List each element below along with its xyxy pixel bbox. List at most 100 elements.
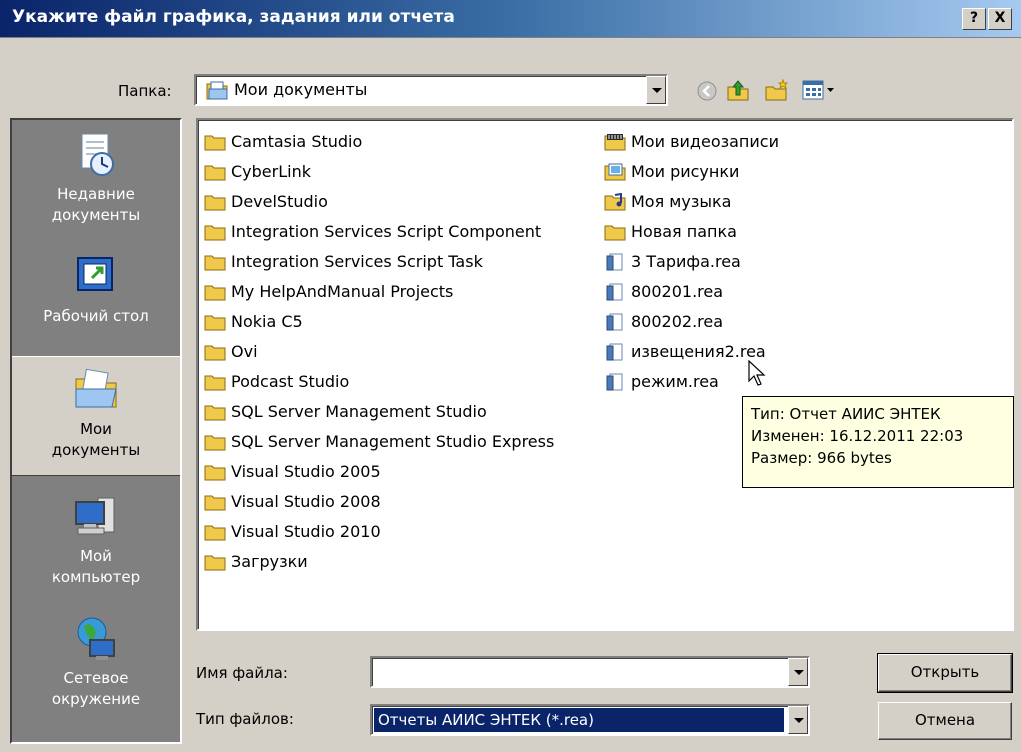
file-name: 800202.rea [631,312,724,331]
file-name: Новая папка [631,222,737,241]
folder-icon [204,555,226,571]
open-button[interactable]: Открыть [877,653,1013,693]
title-bar: Укажите файл графика, задания или отчета… [0,0,1021,38]
list-item[interactable]: Camtasia Studio [200,127,362,157]
list-item[interactable]: DevelStudio [200,187,328,217]
window-title: Укажите файл графика, задания или отчета [12,7,455,27]
filename-input[interactable] [370,656,810,688]
tooltip-type: Тип: Отчет АИИС ЭНТЕК [751,405,941,423]
file-name: Podcast Studio [231,372,350,391]
file-name: 3 Тарифа.rea [631,252,741,271]
file-name: Загрузки [231,552,308,571]
file-name: Ovi [231,342,258,361]
folder-icon [204,315,226,331]
list-item[interactable]: режим.rea [600,367,719,397]
list-item[interactable]: Nokia C5 [200,307,303,337]
folder-icon [204,255,226,271]
file-name: извещения2.rea [631,342,766,361]
folder-icon [204,285,226,301]
folder-icon [204,405,226,421]
network-icon [77,617,115,660]
list-item[interactable]: Новая папка [600,217,737,247]
folder-label: Папка: [118,82,172,100]
file-name: DevelStudio [231,192,328,211]
list-item[interactable]: Podcast Studio [200,367,349,397]
folder-icon [204,495,226,511]
list-item[interactable]: извещения2.rea [600,337,766,367]
place-label-line1: Рабочий стол [43,307,149,325]
place-network[interactable]: Сетевое окружение [12,614,180,710]
filetype-select[interactable]: Отчеты АИИС ЭНТЕК (*.rea) [370,704,810,736]
place-label-line1: Недавние [57,185,135,203]
new-folder-icon[interactable] [764,78,790,102]
list-item[interactable]: Загрузки [200,547,308,577]
list-item[interactable]: Visual Studio 2010 [200,517,381,547]
recent-documents-icon [81,133,114,176]
list-item[interactable]: 800201.rea [600,277,723,307]
place-my-computer[interactable]: Мой компьютер [12,492,180,588]
chevron-down-icon[interactable] [788,658,808,686]
rea-file-icon [606,253,623,271]
file-name: My HelpAndManual Projects [231,282,454,301]
file-name: CyberLink [231,162,311,181]
file-name: Integration Services Script Component [231,222,542,241]
help-button[interactable]: ? [962,8,986,30]
folder-icon [604,225,626,241]
list-item[interactable]: Integration Services Script Component [200,217,541,247]
file-name: Visual Studio 2005 [231,462,381,481]
list-item[interactable]: My HelpAndManual Projects [200,277,453,307]
my-computer-icon [75,497,115,535]
back-icon[interactable] [696,80,718,102]
up-folder-icon[interactable] [726,78,750,102]
place-label-line2: документы [51,441,141,459]
my-documents-small-icon [206,81,228,100]
place-my-documents[interactable]: Мои документы [12,356,180,476]
rea-file-icon [606,373,623,391]
place-label-line1: Мой [80,547,112,565]
rea-file-icon [606,343,623,361]
close-button[interactable]: X [988,8,1012,30]
folder-icon [204,195,226,211]
list-item[interactable]: 800202.rea [600,307,723,337]
place-label-line2: документы [51,206,141,224]
filetype-label: Тип файлов: [196,710,294,728]
file-name: Моя музыка [631,192,732,211]
folder-combobox[interactable]: Мои документы [194,74,668,106]
place-label-line2: окружение [51,690,141,708]
filename-label: Имя файла: [196,664,288,682]
list-item[interactable]: 3 Тарифа.rea [600,247,741,277]
file-name: SQL Server Management Studio [231,402,487,421]
tooltip-size: Размер: 966 bytes [751,449,892,467]
list-item[interactable]: SQL Server Management Studio Express [200,427,554,457]
file-name: Nokia C5 [231,312,303,331]
file-name: Visual Studio 2008 [231,492,381,511]
list-item[interactable]: SQL Server Management Studio [200,397,487,427]
list-item[interactable]: Моя музыка [600,187,731,217]
folder-icon [204,465,226,481]
file-name: режим.rea [631,372,719,391]
list-item[interactable]: Ovi [200,337,258,367]
folder-current: Мои документы [234,80,368,99]
video-folder-icon [604,134,626,151]
list-item[interactable]: CyberLink [200,157,311,187]
list-item[interactable]: Мои видеозаписи [600,127,779,157]
file-name: 800201.rea [631,282,724,301]
list-item[interactable]: Мои рисунки [600,157,739,187]
file-list[interactable]: Camtasia Studio CyberLink DevelStudio In… [196,118,1014,631]
folder-icon [204,345,226,361]
chevron-down-icon[interactable] [646,76,666,104]
rea-file-icon [606,283,623,301]
place-recent-documents[interactable]: Недавние документы [12,130,180,226]
list-item[interactable]: Visual Studio 2008 [200,487,381,517]
cancel-button[interactable]: Отмена [878,702,1012,740]
file-name: Мои рисунки [631,162,740,181]
list-item[interactable]: Integration Services Script Task [200,247,483,277]
view-menu-icon[interactable] [802,80,836,102]
place-desktop[interactable]: Рабочий стол [12,252,180,327]
chevron-down-icon[interactable] [788,706,808,734]
list-item[interactable]: Visual Studio 2005 [200,457,381,487]
folder-icon [204,435,226,451]
file-name: Мои видеозаписи [631,132,779,151]
pictures-folder-icon [604,163,626,181]
tooltip-modified: Изменен: 16.12.2011 22:03 [751,427,964,445]
